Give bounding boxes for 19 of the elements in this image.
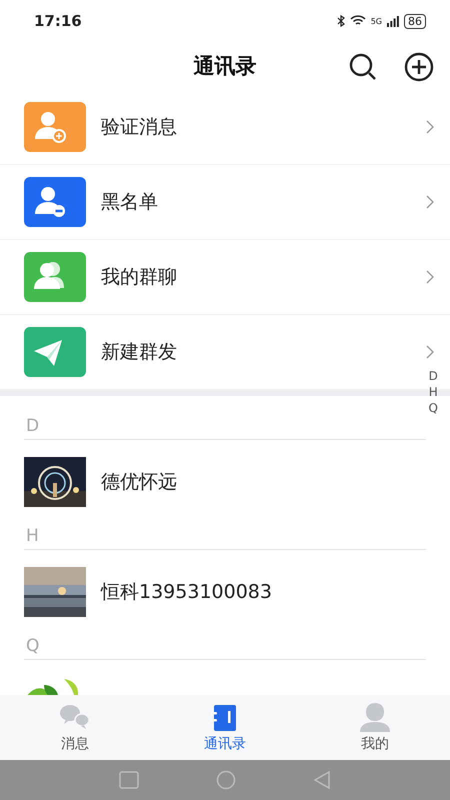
network-label: 5G <box>370 16 382 26</box>
index-letter[interactable]: Q <box>428 400 438 416</box>
section-letter: H <box>26 526 39 546</box>
section-letter: Q <box>26 636 40 656</box>
tab-button[interactable]: 通讯录 <box>150 695 300 760</box>
index-letter[interactable]: D <box>428 368 438 384</box>
contact-name[interactable]: 德优怀远 <box>101 468 177 494</box>
contact-name[interactable]: 恒科13953100083 <box>101 578 272 604</box>
status-time: 17:16 <box>34 12 82 30</box>
tab-button[interactable]: 消息 <box>0 695 150 760</box>
menu-item-label[interactable]: 验证消息 <box>101 114 426 140</box>
page-title: 通讯录 <box>194 53 256 80</box>
index-letter[interactable]: H <box>428 384 438 400</box>
section-letter: D <box>26 416 40 436</box>
tab-button[interactable]: 我的 <box>300 695 450 760</box>
battery-level: 86 <box>404 14 426 28</box>
menu-item-label[interactable]: 我的群聊 <box>101 264 426 290</box>
menu-item-label[interactable]: 新建群发 <box>101 339 426 365</box>
menu-item-label[interactable]: 黑名单 <box>101 189 426 215</box>
